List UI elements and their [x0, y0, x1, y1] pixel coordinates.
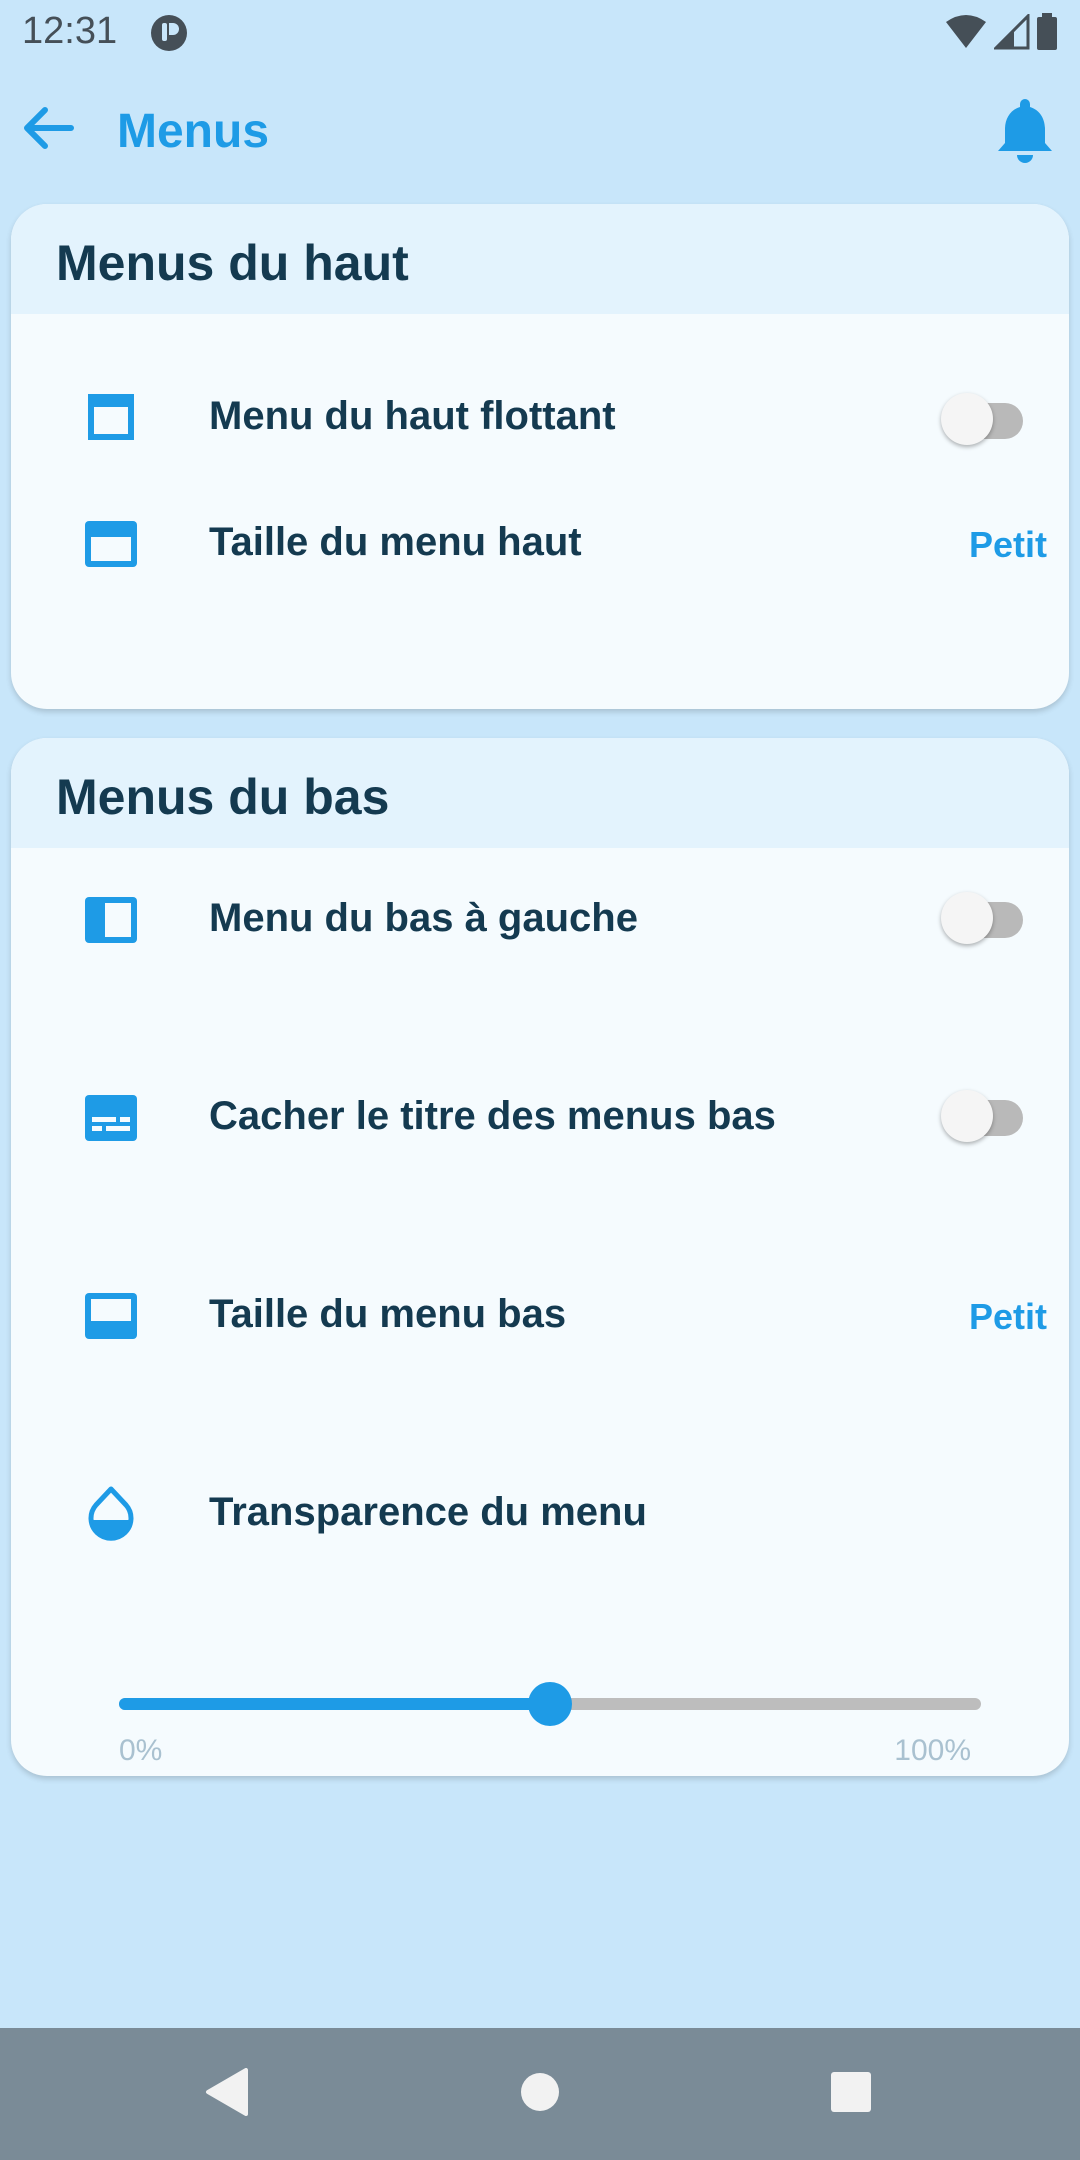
signal-icon	[992, 11, 1030, 55]
row-label: Menu du haut flottant	[209, 394, 616, 438]
row-label: Transparence du menu	[209, 1490, 647, 1534]
slider-fill	[119, 1698, 550, 1710]
subtitles-icon	[83, 1090, 139, 1146]
slider-min-label: 0%	[119, 1734, 163, 1767]
arrow-left-icon	[21, 106, 75, 155]
transparency-slider[interactable]	[107, 1673, 989, 1733]
bottom-menu-size-value[interactable]: Petit	[969, 1296, 1047, 1338]
menu-transparency-row: Transparence du menu	[11, 1446, 1069, 1644]
nav-back-button[interactable]	[190, 2058, 262, 2130]
drop-icon	[83, 1486, 139, 1542]
card-header: Menus du bas	[11, 738, 1069, 848]
toggle-thumb	[941, 1090, 993, 1142]
top-menus-card: Menus du haut Menu du haut flottant Tail…	[11, 204, 1069, 709]
slider-max-label: 100%	[894, 1734, 971, 1767]
status-time: 12:31	[22, 10, 118, 52]
card-header: Menus du haut	[11, 204, 1069, 314]
slider-knob[interactable]	[528, 1682, 572, 1726]
floating-top-menu-toggle[interactable]	[933, 389, 1029, 445]
app-notification-icon	[150, 14, 188, 52]
page-title: Menus	[117, 105, 270, 158]
home-circle-icon	[520, 2072, 560, 2117]
row-label: Taille du menu bas	[209, 1292, 567, 1336]
bell-icon	[995, 95, 1055, 170]
back-triangle-icon	[204, 2067, 248, 2121]
bottom-menu-left-toggle[interactable]	[933, 888, 1029, 944]
app-bar: Menus	[0, 80, 1080, 180]
row-label: Cacher le titre des menus bas	[209, 1094, 776, 1138]
row-label: Taille du menu haut	[209, 520, 582, 564]
system-nav-bar	[0, 2028, 1080, 2160]
top-bar-icon	[83, 516, 139, 572]
section-title: Menus du bas	[56, 769, 390, 825]
top-menu-size-row[interactable]: Taille du menu haut Petit	[11, 516, 1069, 709]
nav-recents-button[interactable]	[815, 2058, 887, 2130]
hide-bottom-titles-toggle[interactable]	[933, 1086, 1029, 1142]
status-bar: 12:31	[0, 0, 1080, 66]
bottom-bar-icon	[83, 1288, 139, 1344]
floating-top-menu-row[interactable]: Menu du haut flottant	[11, 318, 1069, 516]
window-frame-icon	[83, 389, 139, 445]
left-panel-icon	[83, 892, 139, 948]
recents-square-icon	[830, 2071, 872, 2118]
hide-bottom-titles-row[interactable]: Cacher le titre des menus bas	[11, 1050, 1069, 1248]
wifi-icon	[944, 14, 988, 55]
top-menu-size-value[interactable]: Petit	[969, 524, 1047, 566]
bottom-menu-left-row[interactable]: Menu du bas à gauche	[11, 852, 1069, 1050]
bottom-menu-size-row[interactable]: Taille du menu bas Petit	[11, 1248, 1069, 1446]
section-title: Menus du haut	[56, 235, 409, 291]
toggle-thumb	[941, 892, 993, 944]
row-label: Menu du bas à gauche	[209, 896, 638, 940]
battery-icon	[1036, 12, 1058, 56]
notifications-button[interactable]	[990, 92, 1060, 172]
bottom-menus-card: Menus du bas Menu du bas à gauche Cacher…	[11, 738, 1069, 1776]
back-button[interactable]	[18, 100, 78, 160]
nav-home-button[interactable]	[504, 2058, 576, 2130]
toggle-thumb	[941, 393, 993, 445]
